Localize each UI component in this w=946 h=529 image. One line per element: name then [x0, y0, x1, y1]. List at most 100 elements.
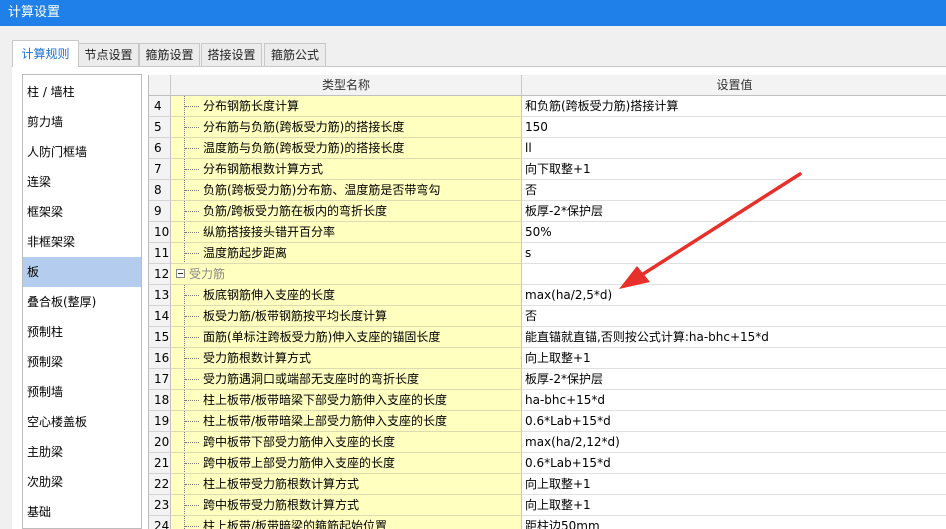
setting-value-cell[interactable]: 距柱边50mm	[522, 516, 946, 529]
row-number: 11	[149, 243, 171, 264]
setting-value-cell[interactable]: 和负筋(跨板受力筋)搭接计算	[522, 96, 946, 117]
row-number: 14	[149, 306, 171, 327]
tab-lap-settings[interactable]: 搭接设置	[201, 43, 262, 66]
tab-stirrup-settings[interactable]: 箍筋设置	[139, 43, 200, 66]
setting-value-cell[interactable]: 板厚-2*保护层	[522, 369, 946, 390]
tab-stirrup-formula[interactable]: 箍筋公式	[264, 43, 326, 66]
table-row[interactable]: 20 跨中板带下部受力筋伸入支座的长度 max(ha/2,12*d)	[149, 432, 946, 453]
tree-line	[184, 96, 203, 116]
type-name-label: 柱上板带受力筋根数计算方式	[203, 477, 360, 491]
setting-value-cell[interactable]: 向下取整+1	[522, 159, 946, 180]
tree-line	[184, 369, 203, 389]
type-name-cell: 跨中板带受力筋根数计算方式	[171, 495, 522, 516]
sidebar-item[interactable]: 基础	[23, 497, 141, 527]
type-name-cell: 受力筋根数计算方式	[171, 348, 522, 369]
sidebar-item[interactable]: 框架梁	[23, 197, 141, 227]
type-name-label: 跨中板带受力筋根数计算方式	[203, 498, 360, 512]
row-number: 24	[149, 516, 171, 529]
table-row[interactable]: 16 受力筋根数计算方式 向上取整+1	[149, 348, 946, 369]
setting-value-cell[interactable]: 0.6*Lab+15*d	[522, 453, 946, 474]
setting-value-cell[interactable]: 150	[522, 117, 946, 138]
tree-line	[184, 306, 203, 326]
setting-value-cell[interactable]: 50%	[522, 222, 946, 243]
type-name-cell: 跨中板带下部受力筋伸入支座的长度	[171, 432, 522, 453]
grid-header: 类型名称 设置值	[149, 75, 946, 96]
type-name-cell: 柱上板带/板带暗梁上部受力筋伸入支座的长度	[171, 411, 522, 432]
setting-value-cell[interactable]: 否	[522, 180, 946, 201]
tree-line	[184, 159, 203, 179]
table-row[interactable]: 17 受力筋遇洞口或端部无支座时的弯折长度 板厚-2*保护层	[149, 369, 946, 390]
table-row[interactable]: 4 分布钢筋长度计算 和负筋(跨板受力筋)搭接计算	[149, 96, 946, 117]
table-row[interactable]: 9 负筋/跨板受力筋在板内的弯折长度 板厚-2*保护层	[149, 201, 946, 222]
row-number: 4	[149, 96, 171, 117]
settings-grid: 类型名称 设置值 4 分布钢筋长度计算 和负筋(跨板受力筋)搭接计算 5 分布筋与负筋(…	[148, 75, 946, 529]
type-name-label: 柱上板带/板带暗梁下部受力筋伸入支座的长度	[203, 393, 448, 407]
type-name-cell: 负筋(跨板受力筋)分布筋、温度筋是否带弯勾	[171, 180, 522, 201]
setting-value-cell[interactable]: s	[522, 243, 946, 264]
setting-value-cell[interactable]: max(ha/2,5*d)	[522, 285, 946, 306]
tree-line	[184, 138, 203, 158]
setting-value-cell[interactable]: 0.6*Lab+15*d	[522, 411, 946, 432]
tab-calc-rules[interactable]: 计算规则	[12, 40, 79, 67]
table-row[interactable]: 21 跨中板带上部受力筋伸入支座的长度 0.6*Lab+15*d	[149, 453, 946, 474]
setting-value-cell[interactable]: 板厚-2*保护层	[522, 201, 946, 222]
type-name-cell: 板受力筋/板带钢筋按平均长度计算	[171, 306, 522, 327]
setting-value-cell[interactable]: ha-bhc+15*d	[522, 390, 946, 411]
setting-value-cell[interactable]: 向上取整+1	[522, 474, 946, 495]
sidebar-item[interactable]: 主肋梁	[23, 437, 141, 467]
row-number: 18	[149, 390, 171, 411]
type-name-label: 跨中板带上部受力筋伸入支座的长度	[203, 456, 396, 470]
minus-box-icon[interactable]	[176, 269, 185, 278]
tree-line	[184, 285, 203, 305]
header-type-name[interactable]: 类型名称	[171, 75, 522, 95]
sidebar-item[interactable]: 预制墙	[23, 377, 141, 407]
tree-line	[184, 516, 203, 529]
sidebar-item[interactable]: 人防门框墙	[23, 137, 141, 167]
table-row[interactable]: 6 温度筋与负筋(跨板受力筋)的搭接长度 ll	[149, 138, 946, 159]
table-row[interactable]: 18 柱上板带/板带暗梁下部受力筋伸入支座的长度 ha-bhc+15*d	[149, 390, 946, 411]
setting-value-cell[interactable]	[522, 264, 946, 285]
header-setting-value[interactable]: 设置值	[522, 75, 946, 95]
setting-value-cell[interactable]: 能直锚就直锚,否则按公式计算:ha-bhc+15*d	[522, 327, 946, 348]
type-name-cell: 受力筋	[171, 264, 522, 285]
setting-value-cell[interactable]: 否	[522, 306, 946, 327]
row-number: 6	[149, 138, 171, 159]
sidebar-item[interactable]: 板	[23, 257, 141, 287]
row-number: 21	[149, 453, 171, 474]
setting-value-cell[interactable]: ll	[522, 138, 946, 159]
type-name-cell: 温度筋与负筋(跨板受力筋)的搭接长度	[171, 138, 522, 159]
table-row[interactable]: 24 柱上板带/板带暗梁的箍筋起始位置 距柱边50mm	[149, 516, 946, 529]
sidebar-item[interactable]: 非框架梁	[23, 227, 141, 257]
row-number: 13	[149, 285, 171, 306]
tab-node-settings[interactable]: 节点设置	[78, 43, 139, 66]
sidebar-item[interactable]: 预制柱	[23, 317, 141, 347]
table-row[interactable]: 7 分布钢筋根数计算方式 向下取整+1	[149, 159, 946, 180]
table-row[interactable]: 11 温度筋起步距离 s	[149, 243, 946, 264]
setting-value-cell[interactable]: 向上取整+1	[522, 495, 946, 516]
sidebar-item[interactable]: 空心楼盖板	[23, 407, 141, 437]
sidebar-item[interactable]: 柱 / 墙柱	[23, 77, 141, 107]
setting-value-cell[interactable]: max(ha/2,12*d)	[522, 432, 946, 453]
window-title: 计算设置	[8, 5, 61, 20]
setting-value-cell[interactable]: 向上取整+1	[522, 348, 946, 369]
table-row[interactable]: 15 面筋(单标注跨板受力筋)伸入支座的锚固长度 能直锚就直锚,否则按公式计算:ha…	[149, 327, 946, 348]
table-row[interactable]: 10 纵筋搭接接头错开百分率 50%	[149, 222, 946, 243]
type-name-cell: 温度筋起步距离	[171, 243, 522, 264]
sidebar-item[interactable]: 剪力墙	[23, 107, 141, 137]
sidebar-item[interactable]: 预制梁	[23, 347, 141, 377]
tree-line	[184, 348, 203, 368]
tree-line	[184, 432, 203, 452]
table-row[interactable]: 19 柱上板带/板带暗梁上部受力筋伸入支座的长度 0.6*Lab+15*d	[149, 411, 946, 432]
sidebar-item[interactable]: 叠合板(整厚)	[23, 287, 141, 317]
table-row[interactable]: 5 分布筋与负筋(跨板受力筋)的搭接长度 150	[149, 117, 946, 138]
table-row[interactable]: 8 负筋(跨板受力筋)分布筋、温度筋是否带弯勾 否	[149, 180, 946, 201]
sidebar-item[interactable]: 次肋梁	[23, 467, 141, 497]
type-name-label: 分布钢筋长度计算	[203, 99, 300, 113]
sidebar-item[interactable]: 连梁	[23, 167, 141, 197]
table-row[interactable]: 12 受力筋	[149, 264, 946, 285]
table-row[interactable]: 13 板底钢筋伸入支座的长度 max(ha/2,5*d)	[149, 285, 946, 306]
table-row[interactable]: 22 柱上板带受力筋根数计算方式 向上取整+1	[149, 474, 946, 495]
type-name-label: 受力筋根数计算方式	[203, 351, 312, 365]
table-row[interactable]: 14 板受力筋/板带钢筋按平均长度计算 否	[149, 306, 946, 327]
table-row[interactable]: 23 跨中板带受力筋根数计算方式 向上取整+1	[149, 495, 946, 516]
